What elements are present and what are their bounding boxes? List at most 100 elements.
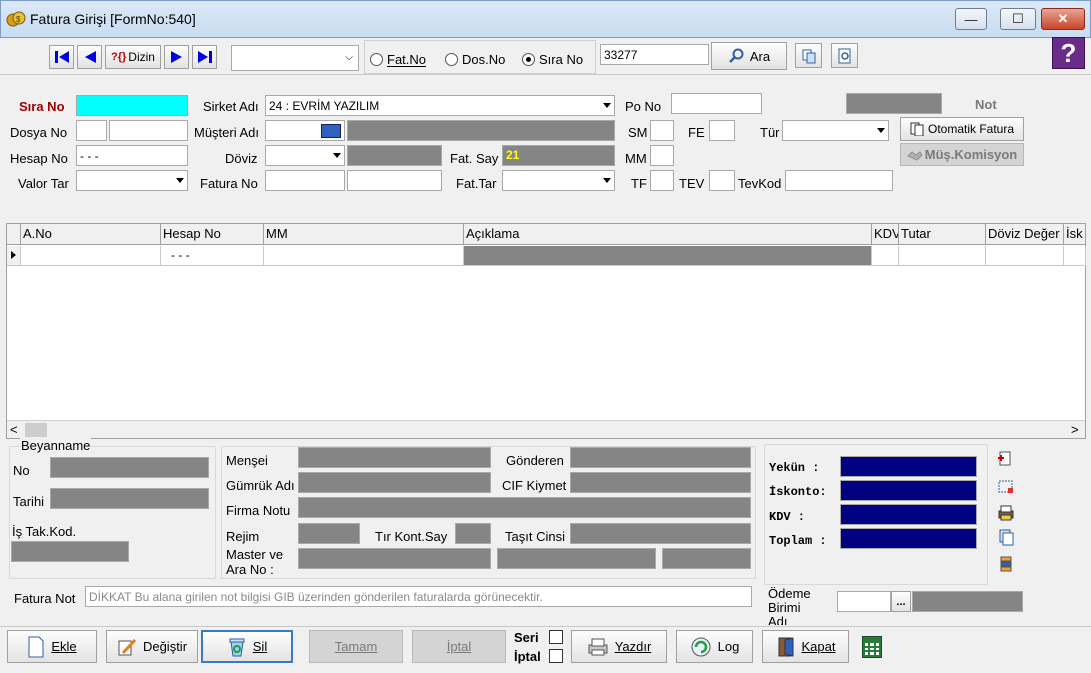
- log-button[interactable]: Log: [676, 630, 753, 663]
- tev-label: TEV: [679, 176, 705, 191]
- col-doviz-deger[interactable]: Döviz Değer: [986, 224, 1064, 245]
- ekle-button[interactable]: Ekle: [7, 630, 97, 663]
- select-region-icon[interactable]: [997, 478, 1015, 496]
- col-a-no[interactable]: A.No: [21, 224, 161, 245]
- cell-hesap-no[interactable]: - - -: [161, 246, 264, 266]
- sira-no-field[interactable]: [76, 95, 188, 116]
- cell-doviz-deger[interactable]: [986, 246, 1064, 266]
- tevkod-label: TevKod: [738, 176, 782, 191]
- copy-list-icon[interactable]: [997, 528, 1015, 546]
- fe-field[interactable]: [709, 120, 735, 141]
- close-button[interactable]: ✕: [1041, 8, 1085, 30]
- printer-icon[interactable]: [997, 504, 1015, 522]
- otomatik-fatura-button[interactable]: Otomatik Fatura: [900, 117, 1024, 141]
- help-icon[interactable]: ?: [1052, 37, 1085, 69]
- dizin-button[interactable]: ?{} Dizin: [105, 45, 161, 69]
- scroll-thumb[interactable]: [25, 423, 47, 437]
- invoice-lines-grid[interactable]: A.No Hesap No MM Açıklama KDV Tutar Dövi…: [6, 223, 1086, 439]
- scroll-right-icon[interactable]: >: [1071, 422, 1079, 437]
- musteri-kod-field[interactable]: [265, 120, 345, 141]
- sirket-adi-select[interactable]: 24 : EVRİM YAZILIM: [265, 95, 615, 116]
- sm-field[interactable]: [650, 120, 674, 141]
- minimize-button[interactable]: —: [955, 8, 987, 30]
- cell-isk[interactable]: [1064, 246, 1086, 266]
- horizontal-scrollbar[interactable]: < >: [7, 420, 1085, 438]
- dosya-no-prefix-field[interactable]: [76, 120, 107, 141]
- not-label: Not: [975, 97, 997, 112]
- tur-select[interactable]: [782, 120, 889, 141]
- tevkod-field[interactable]: [785, 170, 893, 191]
- cell-kdv[interactable]: [872, 246, 899, 266]
- radio-fatno[interactable]: Fat.No: [370, 52, 426, 67]
- stack-icon[interactable]: [997, 555, 1015, 573]
- tf-field[interactable]: [650, 170, 674, 191]
- ara-label: Ara: [749, 48, 771, 64]
- fatura-seri-field[interactable]: [265, 170, 345, 191]
- prev-record-button[interactable]: [77, 45, 102, 69]
- doviz-select[interactable]: [265, 145, 345, 166]
- is-tak-kod-label: İş Tak.Kod.: [12, 524, 77, 539]
- chevron-down-icon: [603, 178, 611, 183]
- radio-sirano[interactable]: Sıra No: [522, 52, 583, 67]
- degistir-button[interactable]: Değiştir: [106, 630, 198, 663]
- beyanname-tarihi-label: Tarihi: [13, 494, 45, 509]
- first-record-button[interactable]: [49, 45, 74, 69]
- col-isk[interactable]: İsk: [1064, 224, 1086, 245]
- fat-tar-select[interactable]: [502, 170, 615, 191]
- is-tak-kod-field: [11, 541, 129, 562]
- maximize-button[interactable]: ☐: [1000, 8, 1036, 30]
- col-hesap-no[interactable]: Hesap No: [161, 224, 264, 245]
- cell-mm[interactable]: [264, 246, 464, 266]
- valor-tar-label: Valor Tar: [18, 176, 69, 191]
- sil-button[interactable]: Sil: [201, 630, 293, 663]
- master-ara-no-label: Master ve Ara No :: [226, 547, 284, 577]
- mm-field[interactable]: [650, 145, 674, 166]
- tev-field[interactable]: [709, 170, 735, 191]
- search-input[interactable]: 33277: [600, 44, 709, 65]
- col-tutar[interactable]: Tutar: [899, 224, 986, 245]
- cell-tutar[interactable]: [899, 246, 986, 266]
- iptal-checkbox[interactable]: [549, 649, 563, 663]
- last-record-button[interactable]: [192, 45, 217, 69]
- degistir-label: Değiştir: [142, 639, 188, 654]
- search-mode-select[interactable]: ⌵: [231, 45, 359, 71]
- fatura-no-field[interactable]: [347, 170, 442, 191]
- scroll-left-icon[interactable]: <: [10, 422, 18, 437]
- radio-dosno[interactable]: Dos.No: [445, 52, 505, 67]
- seri-checkbox[interactable]: [549, 630, 563, 644]
- kapat-button[interactable]: Kapat: [762, 630, 849, 663]
- odeme-lookup-button[interactable]: ...: [891, 591, 911, 612]
- lookup-icon[interactable]: [321, 124, 341, 138]
- yekun-field: [840, 456, 977, 477]
- document-search-icon: [838, 48, 850, 63]
- add-document-icon[interactable]: [997, 450, 1015, 468]
- chevron-down-icon: ⌵: [345, 52, 353, 63]
- copy-button[interactable]: [795, 43, 822, 68]
- cell-aciklama[interactable]: [464, 246, 872, 266]
- sm-label: SM: [628, 125, 648, 140]
- preview-button[interactable]: [831, 43, 858, 68]
- fatura-not-field[interactable]: DİKKAT Bu alana girilen not bilgisi GIB …: [85, 586, 752, 607]
- mm-label: MM: [625, 151, 647, 166]
- col-kdv[interactable]: KDV: [872, 224, 899, 245]
- col-aciklama[interactable]: Açıklama: [464, 224, 872, 245]
- valor-tar-select[interactable]: [76, 170, 188, 191]
- last-icon: [197, 51, 212, 63]
- iptal-button[interactable]: İptal: [412, 630, 506, 663]
- col-mm[interactable]: MM: [264, 224, 464, 245]
- hesap-no-field[interactable]: - - -: [76, 145, 188, 166]
- gonderen-label: Gönderen: [506, 453, 564, 468]
- tamam-button[interactable]: Tamam: [309, 630, 403, 663]
- mus-komisyon-button[interactable]: Müş.Komisyon: [900, 143, 1024, 166]
- odeme-kod-field[interactable]: [837, 591, 891, 612]
- master-no-field: [298, 548, 491, 569]
- search-icon: [728, 48, 744, 63]
- po-no-field[interactable]: [671, 93, 762, 114]
- ara-button[interactable]: Ara: [711, 42, 787, 70]
- next-record-button[interactable]: [164, 45, 189, 69]
- yazdir-button[interactable]: Yazdır: [571, 630, 667, 663]
- calculator-icon[interactable]: [862, 636, 882, 658]
- iptal-label: İptal: [446, 639, 472, 654]
- dosya-no-field[interactable]: [109, 120, 188, 141]
- cell-a-no[interactable]: [21, 246, 161, 266]
